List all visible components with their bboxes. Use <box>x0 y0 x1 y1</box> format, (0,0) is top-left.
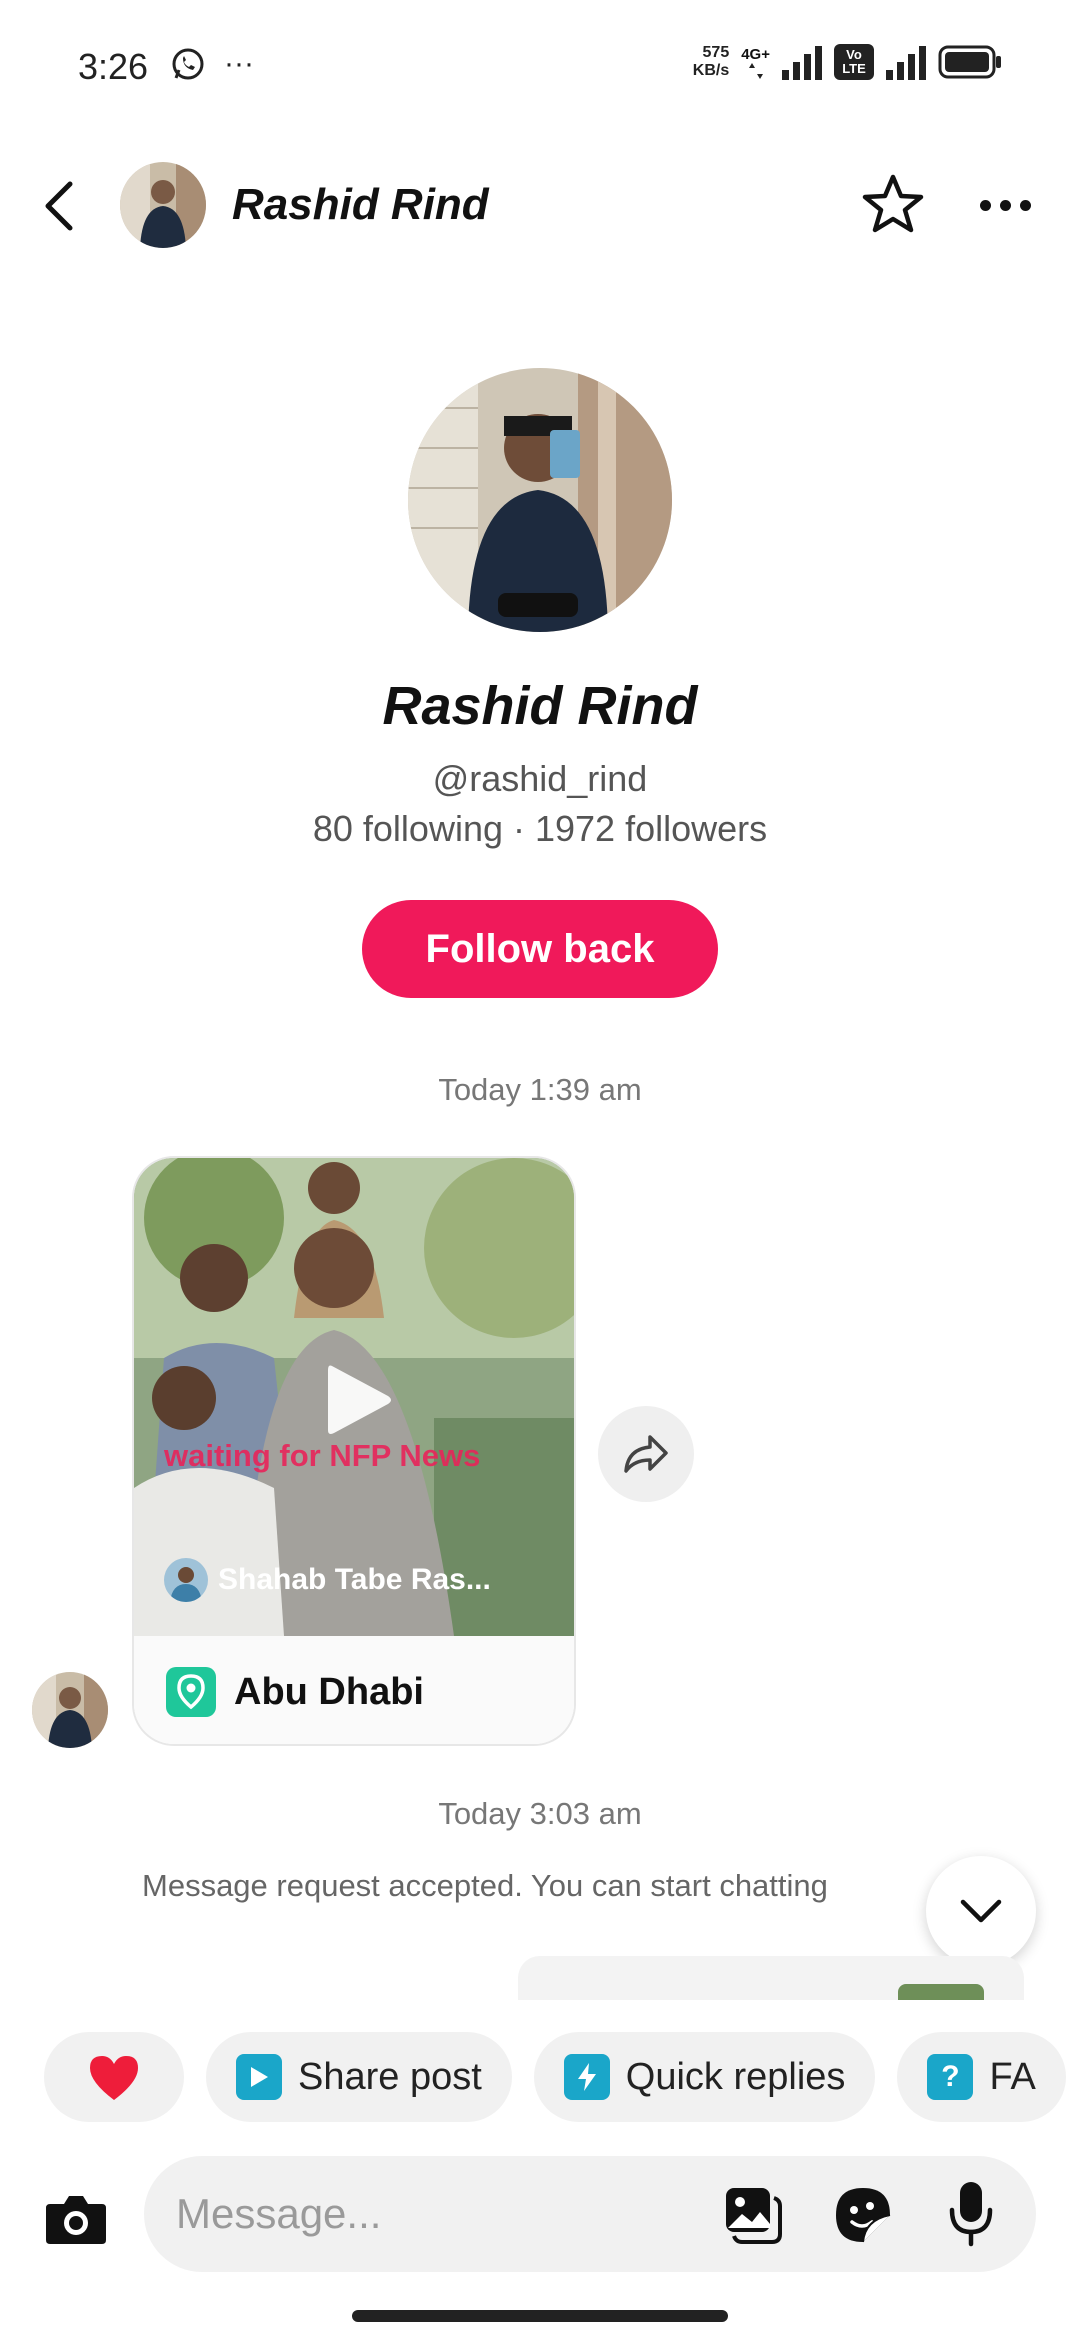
whatsapp-icon <box>172 48 204 80</box>
status-notification-icons: ··· <box>170 46 254 82</box>
message-composer <box>144 2156 1036 2272</box>
post-location[interactable]: Abu Dhabi <box>134 1636 574 1744</box>
follow-back-button[interactable]: Follow back <box>362 900 718 998</box>
shared-post-card[interactable]: waiting for NFP News Shahab Tabe Ras... … <box>132 1156 576 1746</box>
home-indicator[interactable] <box>352 2310 728 2322</box>
system-message: Message request accepted. You can start … <box>142 1868 828 1903</box>
shared-post-thumbnail[interactable]: waiting for NFP News Shahab Tabe Ras... <box>134 1158 574 1636</box>
heart-chip[interactable] <box>44 2032 184 2122</box>
signal-icon-2 <box>886 46 926 80</box>
status-time: 3:26 <box>78 46 149 87</box>
play-square-icon <box>236 2054 282 2100</box>
scroll-to-bottom-button[interactable] <box>926 1856 1036 1966</box>
status-right-icons: 575 KB/s 4G+ Vo LTE <box>693 44 1002 80</box>
quick-replies-label: Quick replies <box>625 2055 846 2098</box>
more-notifications-indicator: ··· <box>224 47 254 80</box>
lightning-icon <box>563 2054 610 2100</box>
profile-handle: @rashid_rind <box>432 758 648 799</box>
quick-replies-chip[interactable]: Quick replies <box>533 2032 876 2122</box>
message-timestamp-2: Today 3:03 am <box>438 1796 642 1831</box>
volte-badge: Vo LTE <box>834 44 874 80</box>
faq-chip[interactable]: ? FA <box>897 2032 1066 2122</box>
post-author-avatar <box>164 1558 208 1602</box>
back-arrow-icon[interactable] <box>40 178 80 234</box>
star-icon[interactable] <box>860 172 926 238</box>
network-speed: 575 KB/s <box>692 44 730 79</box>
profile-avatar[interactable] <box>408 368 672 632</box>
more-options-icon[interactable] <box>970 180 1040 230</box>
share-button[interactable] <box>598 1406 694 1502</box>
battery-icon <box>938 45 1001 79</box>
quick-action-chips: Share post Quick replies ? FA <box>44 2032 1066 2122</box>
faq-label: FA <box>989 2055 1036 2098</box>
question-icon: ? <box>927 2054 974 2100</box>
heart-icon <box>90 2056 138 2100</box>
partial-message-bubble[interactable] <box>518 1956 1024 2000</box>
post-author: Shahab Tabe Ras... <box>164 1558 491 1602</box>
share-post-chip[interactable]: Share post <box>206 2032 512 2122</box>
data-arrows-icon <box>748 62 763 79</box>
header-avatar[interactable] <box>120 162 206 248</box>
location-pin-icon <box>166 1667 216 1717</box>
camera-icon[interactable] <box>40 2184 112 2256</box>
message-timestamp: Today 1:39 am <box>438 1072 642 1107</box>
sender-avatar[interactable] <box>32 1672 108 1748</box>
header-contact-name[interactable]: Rashid Rind <box>232 180 489 230</box>
gallery-icon[interactable] <box>722 2184 784 2246</box>
chevron-down-icon <box>960 1899 1002 1923</box>
post-location-name: Abu Dhabi <box>234 1670 424 1713</box>
status-bar: 3:26 ··· 575 KB/s 4G+ Vo LTE <box>0 0 1080 140</box>
sticker-icon[interactable] <box>832 2184 894 2246</box>
network-type: 4G+ <box>741 46 770 79</box>
profile-name: Rashid Rind <box>382 676 698 736</box>
play-icon[interactable] <box>314 1358 398 1442</box>
profile-follow-stats: 80 following · 1972 followers <box>312 808 768 849</box>
post-author-name: Shahab Tabe Ras... <box>218 1563 491 1596</box>
partial-message-thumbnail <box>898 1984 984 2000</box>
signal-icon-1 <box>782 46 822 80</box>
share-arrow-icon <box>624 1435 668 1473</box>
message-input[interactable] <box>176 2156 716 2272</box>
share-post-label: Share post <box>298 2055 482 2098</box>
post-overlay-caption: waiting for NFP News <box>164 1438 481 1473</box>
microphone-icon[interactable] <box>946 2180 996 2248</box>
chat-header: Rashid Rind <box>0 150 1080 260</box>
